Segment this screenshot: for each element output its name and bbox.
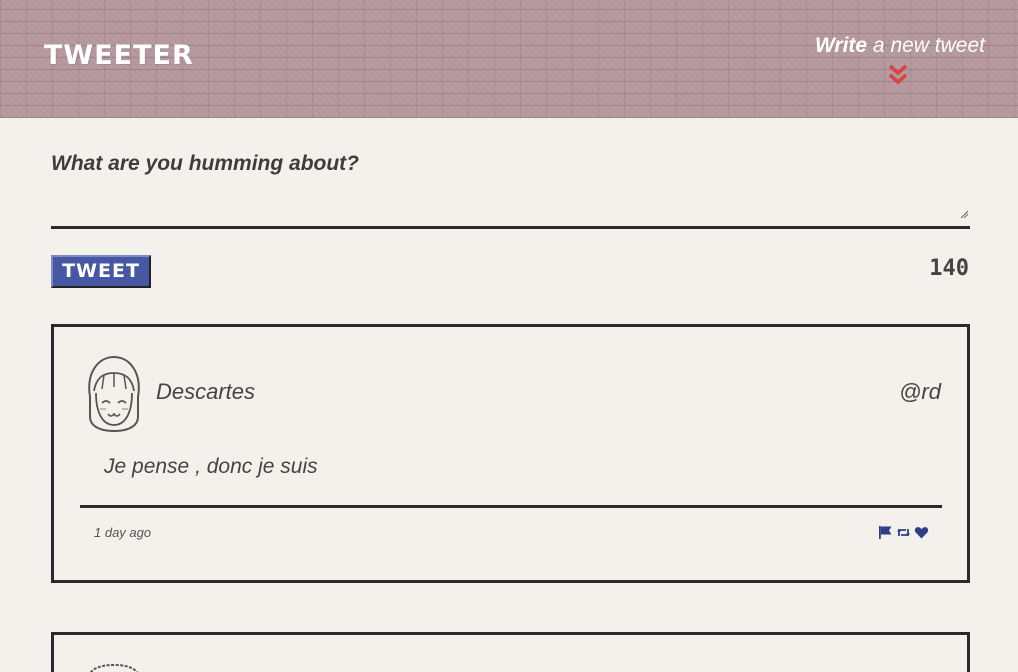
tweet-author-name: Descartes bbox=[156, 379, 256, 404]
compose-question: What are you humming about? bbox=[51, 152, 359, 175]
tweet-button[interactable]: TWEET bbox=[51, 255, 151, 288]
resize-grip-icon[interactable] bbox=[960, 210, 969, 219]
character-counter: 140 bbox=[929, 256, 969, 281]
tweet-input[interactable] bbox=[51, 186, 970, 229]
tweet-card: Descartes @rd Je pense , donc je suis 1 … bbox=[51, 324, 970, 583]
tweet-divider bbox=[80, 505, 942, 508]
tweet-card bbox=[51, 632, 970, 672]
tweet-content: Je pense , donc je suis bbox=[104, 455, 318, 478]
avatar bbox=[88, 355, 140, 433]
flag-icon[interactable] bbox=[878, 525, 893, 540]
logo: TWEETER bbox=[44, 40, 194, 71]
tweet-timestamp: 1 day ago bbox=[94, 525, 152, 540]
heart-icon[interactable] bbox=[914, 525, 929, 540]
double-chevron-down-icon[interactable] bbox=[888, 64, 908, 86]
compose-toggle-bold: Write bbox=[814, 34, 868, 57]
avatar bbox=[89, 663, 139, 672]
page-header: TWEETER Write a new tweet bbox=[0, 0, 1018, 118]
compose-toggle-rest: a new tweet bbox=[867, 34, 985, 57]
tweet-actions bbox=[878, 524, 929, 540]
tweet-author-handle: @rd bbox=[899, 379, 941, 404]
compose-toggle[interactable]: Write a new tweet bbox=[815, 34, 985, 58]
retweet-icon[interactable] bbox=[896, 525, 911, 540]
